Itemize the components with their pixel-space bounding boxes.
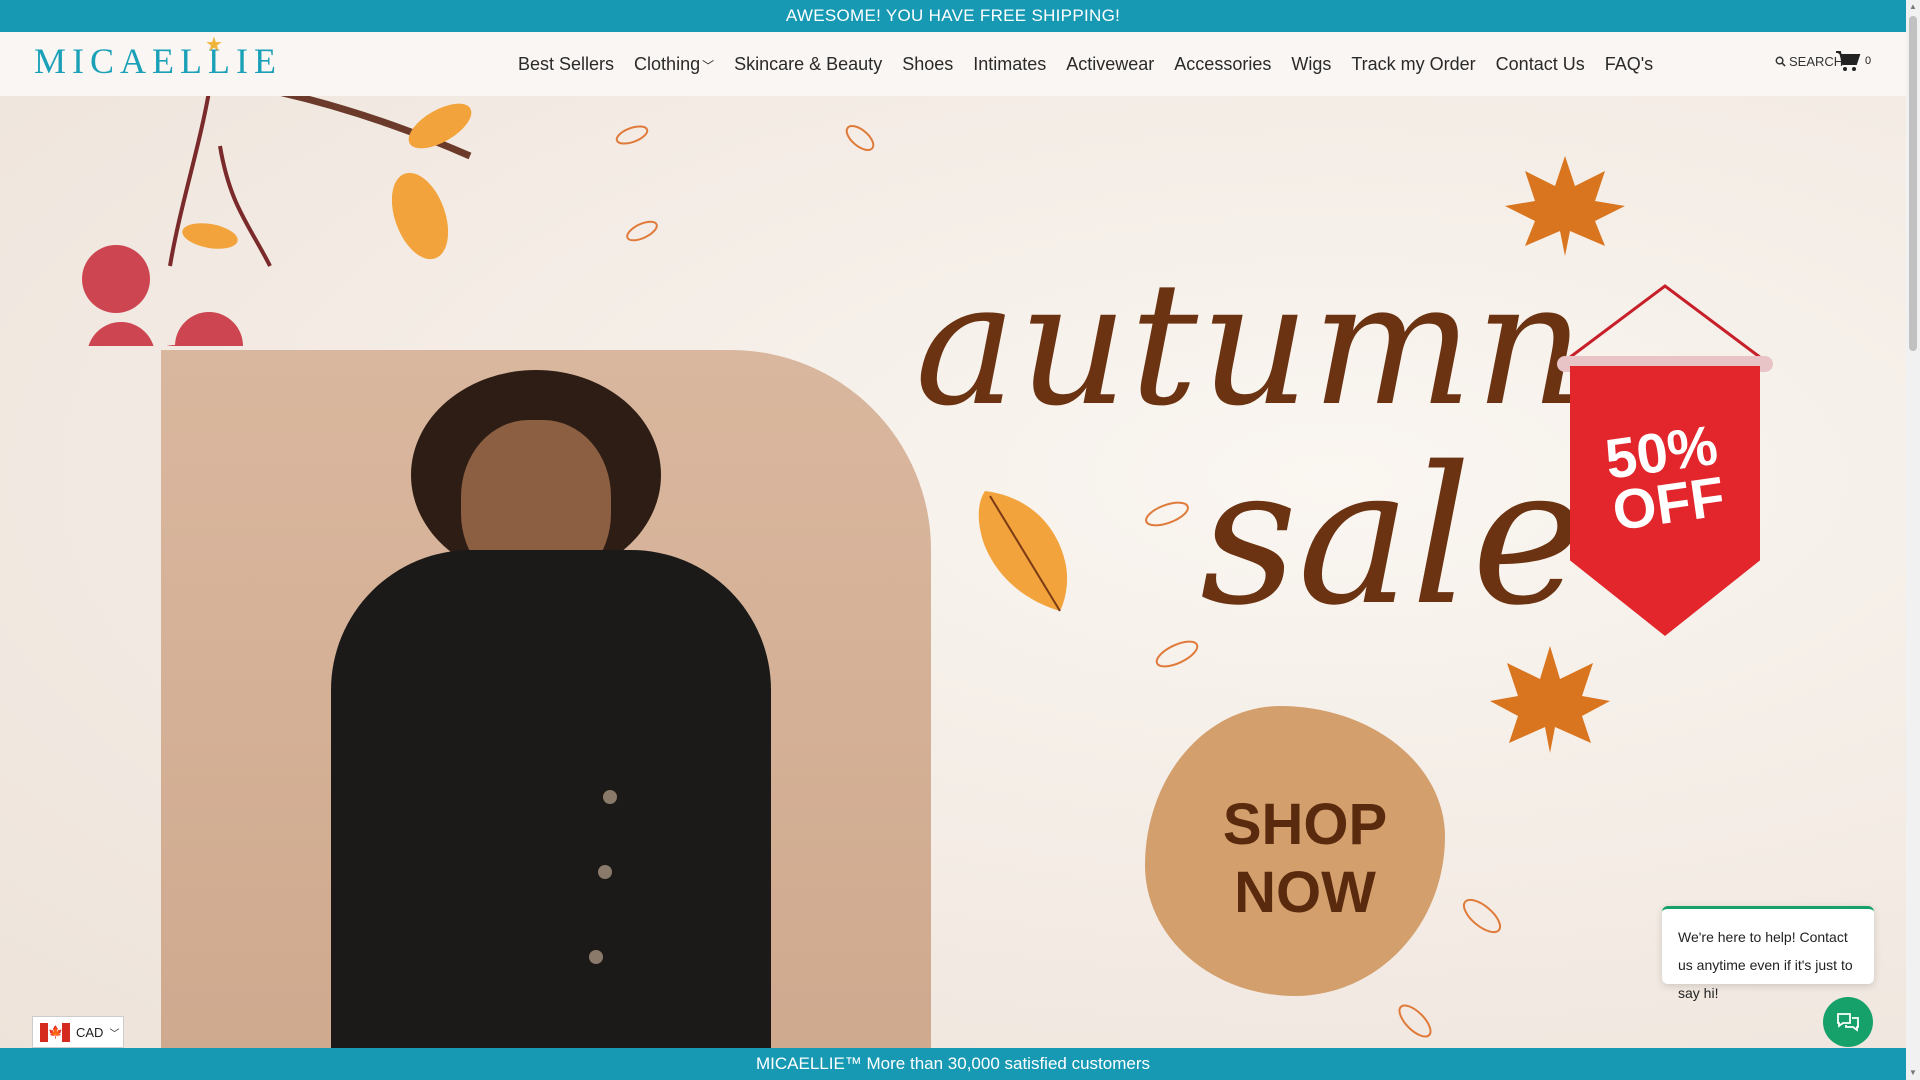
small-leaf-icon <box>1145 501 1189 527</box>
discount-pennant: 50% OFF <box>1555 276 1775 636</box>
coat-button <box>603 790 617 804</box>
maple-leaf-icon <box>1505 156 1625 256</box>
scroll-down-icon[interactable]: ▼ <box>1908 1068 1918 1077</box>
shop-now-line2: NOW <box>1234 860 1376 925</box>
chat-icon <box>1837 1013 1859 1032</box>
nav-faqs[interactable]: FAQ's <box>1595 54 1663 75</box>
small-leaf-icon <box>626 220 658 242</box>
nav-activewear[interactable]: Activewear <box>1056 54 1164 75</box>
nav-intimates[interactable]: Intimates <box>963 54 1056 75</box>
nav-best-sellers[interactable]: Best Sellers <box>508 54 624 75</box>
footer-announcement-bar: MICAELLIE™ More than 30,000 satisfied cu… <box>0 1048 1906 1080</box>
small-leaf-icon <box>1462 898 1502 934</box>
nav-clothing-label: Clothing <box>634 53 701 74</box>
chevron-down-icon: ﹀ <box>702 58 715 73</box>
brand-name: MICAELLIE <box>34 41 282 81</box>
model-coat <box>331 550 771 1048</box>
maple-leaf-icon <box>1490 646 1610 753</box>
hero-title-autumn: autumn <box>915 246 1587 444</box>
coat-button <box>598 865 612 879</box>
nav-wigs[interactable]: Wigs <box>1281 54 1341 75</box>
currency-selector[interactable]: 🍁 CAD ﹀ <box>32 1016 124 1048</box>
cart-count: 0 <box>1865 55 1872 67</box>
nav-accessories[interactable]: Accessories <box>1164 54 1281 75</box>
shop-now-line1: SHOP <box>1222 792 1388 857</box>
small-leaf-icon <box>845 125 875 151</box>
main-nav: Best Sellers Clothing ﹀ Skincare & Beauty… <box>508 32 1663 96</box>
canada-flag-icon: 🍁 <box>40 1022 70 1042</box>
nav-track-order[interactable]: Track my Order <box>1341 54 1485 75</box>
nav-contact-us[interactable]: Contact Us <box>1486 54 1595 75</box>
announcement-bar: AWESOME! YOU HAVE FREE SHIPPING! <box>0 0 1906 32</box>
scroll-up-icon[interactable]: ▲ <box>1908 2 1918 11</box>
star-icon: ★ <box>205 34 229 56</box>
oak-leaf-icon <box>978 491 1068 612</box>
cart-icon <box>1836 51 1861 71</box>
small-leaf-icon <box>615 125 649 145</box>
search-icon <box>1775 56 1786 67</box>
coat-button <box>589 950 603 964</box>
small-leaf-icon <box>1155 640 1199 668</box>
chat-greeting[interactable]: We're here to help! Contact us anytime e… <box>1662 906 1874 1001</box>
nav-shoes[interactable]: Shoes <box>892 54 963 75</box>
berry-branch-decoration <box>82 96 472 346</box>
scrollbar-thumb[interactable] <box>1909 16 1917 351</box>
hero-title-sale: sale <box>1200 426 1584 647</box>
search-button[interactable]: SEARCH <box>1775 54 1843 69</box>
announcement-text: AWESOME! YOU HAVE FREE SHIPPING! <box>785 6 1121 25</box>
brand-logo[interactable]: MICAELLIE ★ <box>34 34 282 82</box>
page-scrollbar[interactable]: ▲ ▼ <box>1906 0 1920 1080</box>
chevron-down-icon: ﹀ <box>109 1028 120 1040</box>
model-photo <box>161 350 931 1048</box>
hero-banner[interactable]: autumn sale 50% OFF SHOP NOW <box>0 96 1906 1048</box>
shop-now-button[interactable]: SHOP NOW <box>1185 791 1425 927</box>
discount-label: 50% OFF <box>1579 413 1752 542</box>
pennant-string <box>1557 284 1773 372</box>
nav-skincare-beauty[interactable]: Skincare & Beauty <box>724 54 892 75</box>
currency-code: CAD <box>76 1024 104 1040</box>
site-header: MICAELLIE ★ Best Sellers Clothing ﹀ Skinc… <box>0 32 1906 96</box>
chat-button[interactable] <box>1823 997 1873 1047</box>
nav-clothing[interactable]: Clothing ﹀ <box>624 54 724 75</box>
small-leaf-icon <box>1398 1004 1432 1038</box>
cart-button[interactable]: 0 <box>1835 50 1871 72</box>
footer-announcement-text: MICAELLIE™ More than 30,000 satisfied cu… <box>755 1054 1150 1073</box>
